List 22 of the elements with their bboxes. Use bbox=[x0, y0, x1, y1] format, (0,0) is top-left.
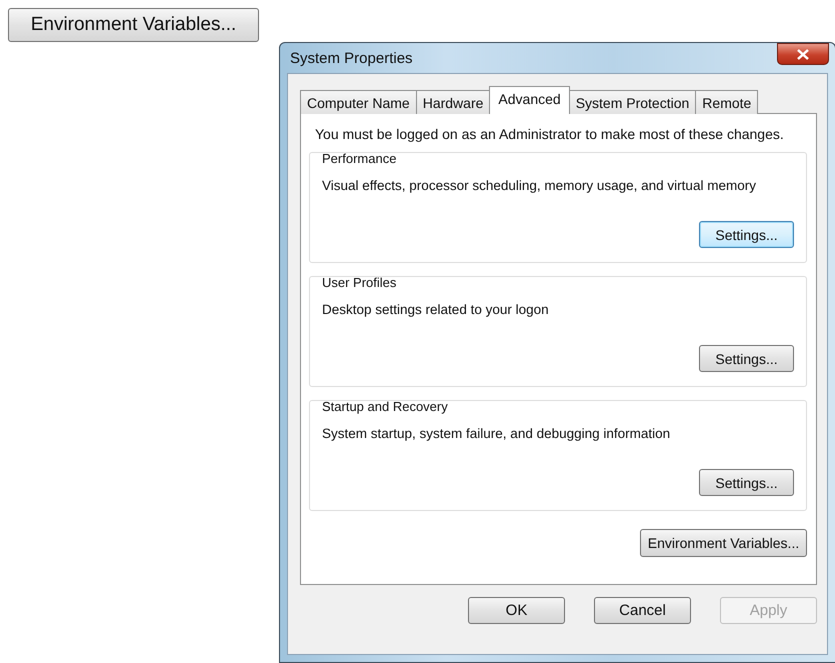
dialog-button[interactable]: Cancel bbox=[594, 597, 691, 624]
tab[interactable]: System Protection bbox=[568, 90, 696, 114]
group-description: Desktop settings related to your logon bbox=[322, 302, 550, 317]
group-description: System startup, system failure, and debugging information bbox=[322, 426, 672, 441]
group-description: Visual effects, processor scheduling, memory usage, and virtual memory bbox=[322, 178, 757, 193]
window-title: System Properties bbox=[290, 50, 413, 66]
group-title: User Profiles bbox=[322, 275, 398, 290]
admin-notice: You must be logged on as an Administrator to make most of these changes. bbox=[315, 126, 785, 142]
group-title: Startup and Recovery bbox=[322, 399, 449, 414]
close-button[interactable] bbox=[777, 43, 829, 65]
settings-button[interactable]: Settings... bbox=[699, 345, 794, 372]
close-icon bbox=[797, 48, 809, 60]
tab[interactable]: Remote bbox=[695, 90, 758, 114]
tab[interactable]: Hardware bbox=[416, 90, 490, 114]
dialog-button[interactable]: OK bbox=[468, 597, 565, 624]
group-title: Performance bbox=[322, 151, 398, 166]
tab[interactable]: Advanced bbox=[489, 86, 570, 114]
environment-variables-button[interactable]: Environment Variables... bbox=[640, 529, 807, 557]
settings-button[interactable]: Settings... bbox=[699, 469, 794, 496]
settings-button[interactable]: Settings... bbox=[699, 221, 794, 248]
environment-variables-button[interactable]: Environment Variables... bbox=[8, 8, 259, 42]
tab[interactable]: Computer Name bbox=[300, 90, 417, 114]
